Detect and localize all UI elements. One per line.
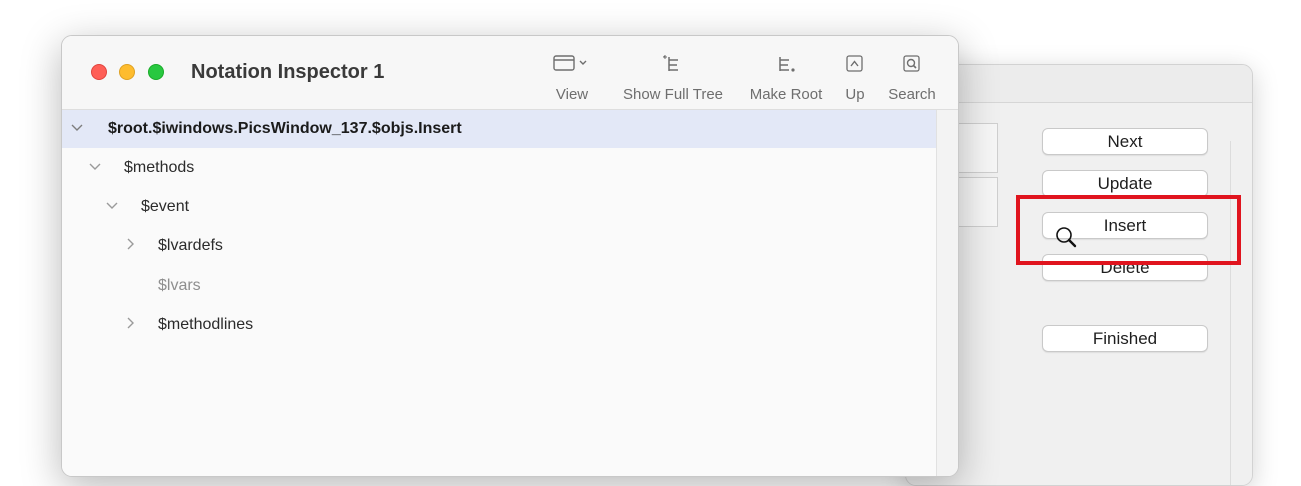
zoom-button[interactable]: [148, 64, 164, 80]
divider: [1230, 141, 1231, 485]
view-toolbar-button[interactable]: View: [550, 54, 594, 103]
highlight-box: [1016, 195, 1241, 265]
make-root-toolbar-button[interactable]: Make Root: [746, 54, 826, 103]
tree-row-label: $lvardefs: [158, 237, 223, 254]
chevron-down-icon[interactable]: [70, 120, 84, 134]
tree-row[interactable]: $methods: [62, 149, 936, 187]
tree-row-label: $methods: [124, 159, 195, 176]
notation-tree: $root.$iwindows.PicsWindow_137.$objs.Ins…: [62, 110, 936, 476]
finished-button[interactable]: Finished: [1042, 325, 1208, 352]
tree-row[interactable]: $methodlines: [62, 306, 936, 344]
search-label: Search: [888, 86, 936, 103]
tree-row[interactable]: $lvardefs: [62, 227, 936, 265]
tree-row-label: $lvars: [158, 277, 201, 294]
make-root-icon: [746, 54, 826, 82]
view-label: View: [555, 86, 589, 103]
tree-row-label: $methodlines: [158, 316, 254, 333]
make-root-label: Make Root: [749, 86, 823, 103]
toolbar: Notation Inspector 1 View Show Full Tree: [62, 36, 958, 110]
grid-cell[interactable]: [958, 123, 998, 173]
show-full-tree-toolbar-button[interactable]: Show Full Tree: [618, 54, 728, 103]
tree-row-label: $event: [141, 198, 190, 215]
up-label: Up: [845, 86, 865, 103]
up-toolbar-button[interactable]: Up: [842, 54, 868, 103]
search-icon: [882, 54, 942, 82]
full-tree-icon: [618, 54, 728, 82]
tree-row[interactable]: $event: [62, 188, 936, 226]
tree-row-label: $root.$iwindows.PicsWindow_137.$objs.Ins…: [108, 120, 462, 137]
update-button[interactable]: Update: [1042, 170, 1208, 197]
magnifier-cursor-icon: [1056, 227, 1077, 248]
notation-inspector-window: Notation Inspector 1 View Show Full Tree: [61, 35, 959, 477]
vertical-scrollbar[interactable]: [936, 110, 958, 476]
minimize-button[interactable]: [119, 64, 135, 80]
search-toolbar-button[interactable]: Search: [882, 54, 942, 103]
chevron-right-icon[interactable]: [123, 237, 137, 251]
sidebar-view-icon: [550, 54, 594, 82]
chevron-down-icon[interactable]: [88, 159, 102, 173]
tree-row[interactable]: $root.$iwindows.PicsWindow_137.$objs.Ins…: [62, 110, 936, 148]
next-button[interactable]: Next: [1042, 128, 1208, 155]
chevron-down-icon[interactable]: [105, 198, 119, 212]
tree-row[interactable]: $lvars: [62, 267, 936, 305]
up-arrow-icon: [842, 54, 868, 82]
close-button[interactable]: [91, 64, 107, 80]
window-title: Notation Inspector 1: [191, 61, 385, 83]
grid-cell[interactable]: [958, 177, 998, 227]
chevron-right-icon[interactable]: [123, 316, 137, 330]
show-full-tree-label: Show Full Tree: [622, 86, 724, 103]
